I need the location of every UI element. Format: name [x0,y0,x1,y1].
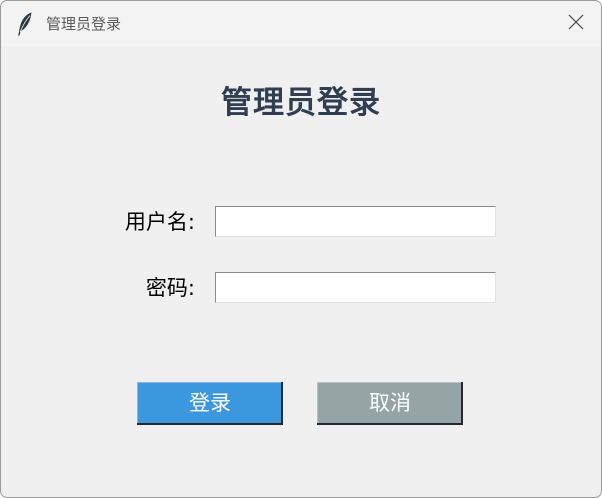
username-input[interactable] [215,206,496,237]
feather-icon [16,11,34,37]
password-label: 密码: [145,276,195,300]
login-window: 管理员登录 管理员登录 用户名: 密码: 登录 取消 [0,0,602,498]
close-icon [568,14,584,34]
page-title: 管理员登录 [221,85,381,121]
password-input[interactable] [215,272,496,303]
username-label: 用户名: [124,210,195,234]
title-bar[interactable]: 管理员登录 [1,1,601,47]
cancel-button[interactable]: 取消 [317,382,463,425]
login-button[interactable]: 登录 [137,382,283,425]
close-button[interactable] [551,1,601,47]
window-title: 管理员登录 [46,15,122,33]
